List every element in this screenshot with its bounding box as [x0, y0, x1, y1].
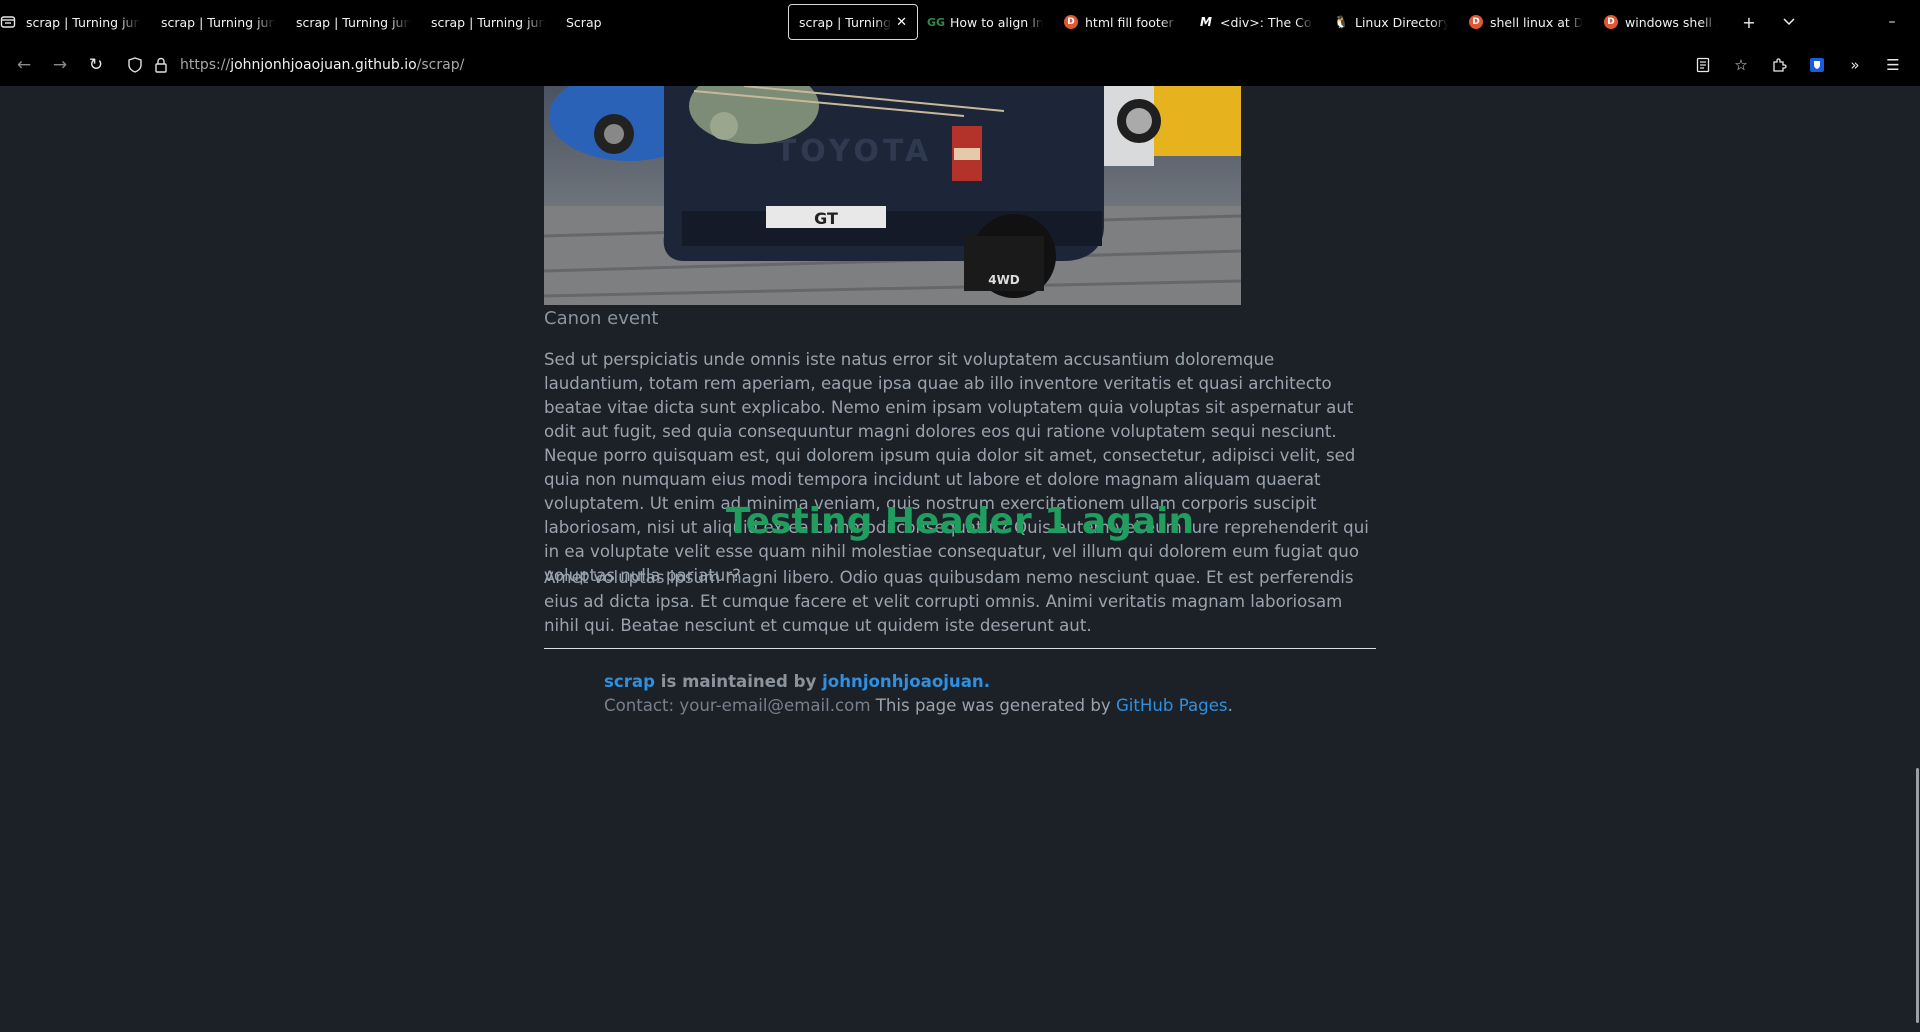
forward-button[interactable]: → [42, 49, 78, 81]
restore-button[interactable] [1915, 0, 1920, 44]
tab-label: shell linux at DuckDuckGo [1490, 14, 1583, 30]
site-link[interactable]: scrap [604, 672, 655, 691]
tab-label: scrap | Turning junk into art [296, 14, 410, 30]
minimize-button[interactable]: – [1869, 0, 1915, 44]
tab-label: <div>: The Content Division [1220, 14, 1313, 30]
tab-spacer [691, 4, 787, 40]
tab[interactable]: scrap | Turning junk into art [16, 4, 150, 40]
puzzle-icon [1773, 58, 1787, 72]
reader-view-button[interactable] [1684, 49, 1722, 81]
contact-text: Contact: your-email@email.com [604, 696, 871, 715]
scrollbar-thumb[interactable] [1916, 768, 1919, 1023]
geeksforgeeks-icon: GG [926, 15, 946, 29]
svg-text:TOYOTA: TOYOTA [776, 134, 932, 169]
footer-contact-line: Contact: your-email@email.com This page … [604, 694, 1233, 718]
tab-bar: scrap | Turning junk into artscrap | Tur… [0, 0, 1920, 44]
double-chevron-right-icon: » [1850, 56, 1860, 74]
bookmark-star-button[interactable]: ☆ [1722, 49, 1760, 81]
tab-active[interactable]: scrap | Turning junk into art ✕ [788, 4, 918, 40]
body-paragraph-1: Sed ut perspiciatis unde omnis iste natu… [544, 350, 1369, 585]
tab-label: html fill footer at bottom [1085, 14, 1178, 30]
tab-label: scrap | Turning junk into art [431, 14, 545, 30]
firefox-view-icon [0, 16, 16, 28]
tab-label: Linux Directory Structure [1355, 14, 1448, 30]
tab-label: windows shell at DuckDuckGo [1625, 14, 1718, 30]
reader-view-icon [1696, 57, 1710, 73]
svg-text:GT: GT [814, 209, 838, 228]
url-bar[interactable]: https://johnjonhjoaojuan.github.io/scrap… [122, 49, 1684, 81]
tab[interactable]: Dwindows shell at DuckDuckGo [1594, 4, 1728, 40]
hamburger-menu-icon: ☰ [1886, 56, 1900, 74]
tab-label: scrap | Turning junk into art [161, 14, 275, 30]
duckduckgo-icon: D [1604, 15, 1618, 29]
lock-icon[interactable] [148, 57, 174, 73]
forward-arrow-icon: → [52, 55, 68, 75]
extensions-button[interactable] [1760, 49, 1798, 81]
reload-button[interactable]: ↻ [78, 49, 114, 81]
tracking-protection-shield-icon[interactable] [122, 57, 148, 73]
image-caption: Canon event [544, 308, 659, 329]
truck-photo: GT TOYOTA 4WD [544, 86, 1241, 305]
tab[interactable]: Dshell linux at DuckDuckGo [1459, 4, 1593, 40]
author-link[interactable]: johnjonhjoaojuan [822, 672, 984, 691]
tab-label: Scrap [566, 14, 602, 30]
plus-icon: + [1742, 12, 1756, 32]
duckduckgo-icon: D [1469, 15, 1483, 29]
app-menu-button[interactable]: ☰ [1874, 49, 1912, 81]
back-button[interactable]: ← [6, 49, 42, 81]
tab[interactable]: M <div>: The Content Division [1189, 4, 1323, 40]
page-footer: scrap is maintained by johnjonhjoaojuan.… [604, 670, 1233, 718]
list-all-tabs-button[interactable] [1769, 0, 1809, 44]
maintained-period: . [983, 672, 991, 691]
tab[interactable]: Scrap [556, 4, 690, 40]
maintained-text: is maintained by [654, 672, 823, 691]
tab[interactable]: scrap | Turning junk into art [286, 4, 420, 40]
url-host: johnjonhjoaojuan.github.io [230, 57, 417, 73]
reload-icon: ↻ [88, 55, 104, 75]
svg-text:4WD: 4WD [988, 273, 1020, 287]
page-scrollbar[interactable] [1914, 86, 1920, 1032]
close-tab-icon[interactable]: ✕ [896, 15, 907, 30]
mdn-icon: M [1200, 15, 1212, 29]
generated-text: This page was generated by [870, 696, 1116, 715]
url-text[interactable]: https://johnjonhjoaojuan.github.io/scrap… [180, 57, 464, 73]
tab[interactable]: scrap | Turning junk into art [151, 4, 285, 40]
footer-divider [544, 648, 1376, 649]
navigation-bar: ← → ↻ https://johnjonhjoaojuan.github.io… [0, 44, 1920, 86]
section-heading: Testing Header 1 again [725, 501, 1195, 542]
url-path: /scrap/ [416, 57, 465, 73]
tab-label: scrap | Turning junk into art [799, 14, 892, 30]
star-icon: ☆ [1734, 56, 1748, 74]
linux-icon: 🐧 [1333, 15, 1349, 29]
tab[interactable]: Dhtml fill footer at bottom [1054, 4, 1188, 40]
page-viewport: GT TOYOTA 4WD Canon event Sed ut perspic… [0, 86, 1920, 1032]
tab[interactable]: 🐧 Linux Directory Structure [1324, 4, 1458, 40]
tab[interactable]: scrap | Turning junk into art [421, 4, 555, 40]
chevron-down-icon [1783, 18, 1795, 26]
new-tab-button[interactable]: + [1729, 0, 1769, 44]
bitwarden-extension-button[interactable] [1798, 49, 1836, 81]
tab-label: How to align Images [950, 14, 1043, 30]
back-arrow-icon: ← [16, 55, 32, 75]
duckduckgo-icon: D [1064, 15, 1078, 29]
body-paragraph-2: Amet voluptas ipsum magni libero. Odio q… [544, 568, 1354, 635]
more-tools-button[interactable]: » [1836, 49, 1874, 81]
footer-maintainer-line: scrap is maintained by johnjonhjoaojuan. [604, 670, 1233, 694]
github-pages-link[interactable]: GitHub Pages [1116, 696, 1228, 715]
tab-label: scrap | Turning junk into art [26, 14, 140, 30]
firefox-view-button[interactable] [0, 0, 16, 44]
url-scheme: https:// [180, 57, 231, 73]
minimize-icon: – [1888, 14, 1896, 30]
tab-strip: scrap | Turning junk into artscrap | Tur… [16, 0, 1729, 44]
footer-end-period: . [1227, 696, 1233, 715]
tab[interactable]: GG How to align Images [919, 4, 1053, 40]
shield-extension-icon [1810, 58, 1824, 72]
